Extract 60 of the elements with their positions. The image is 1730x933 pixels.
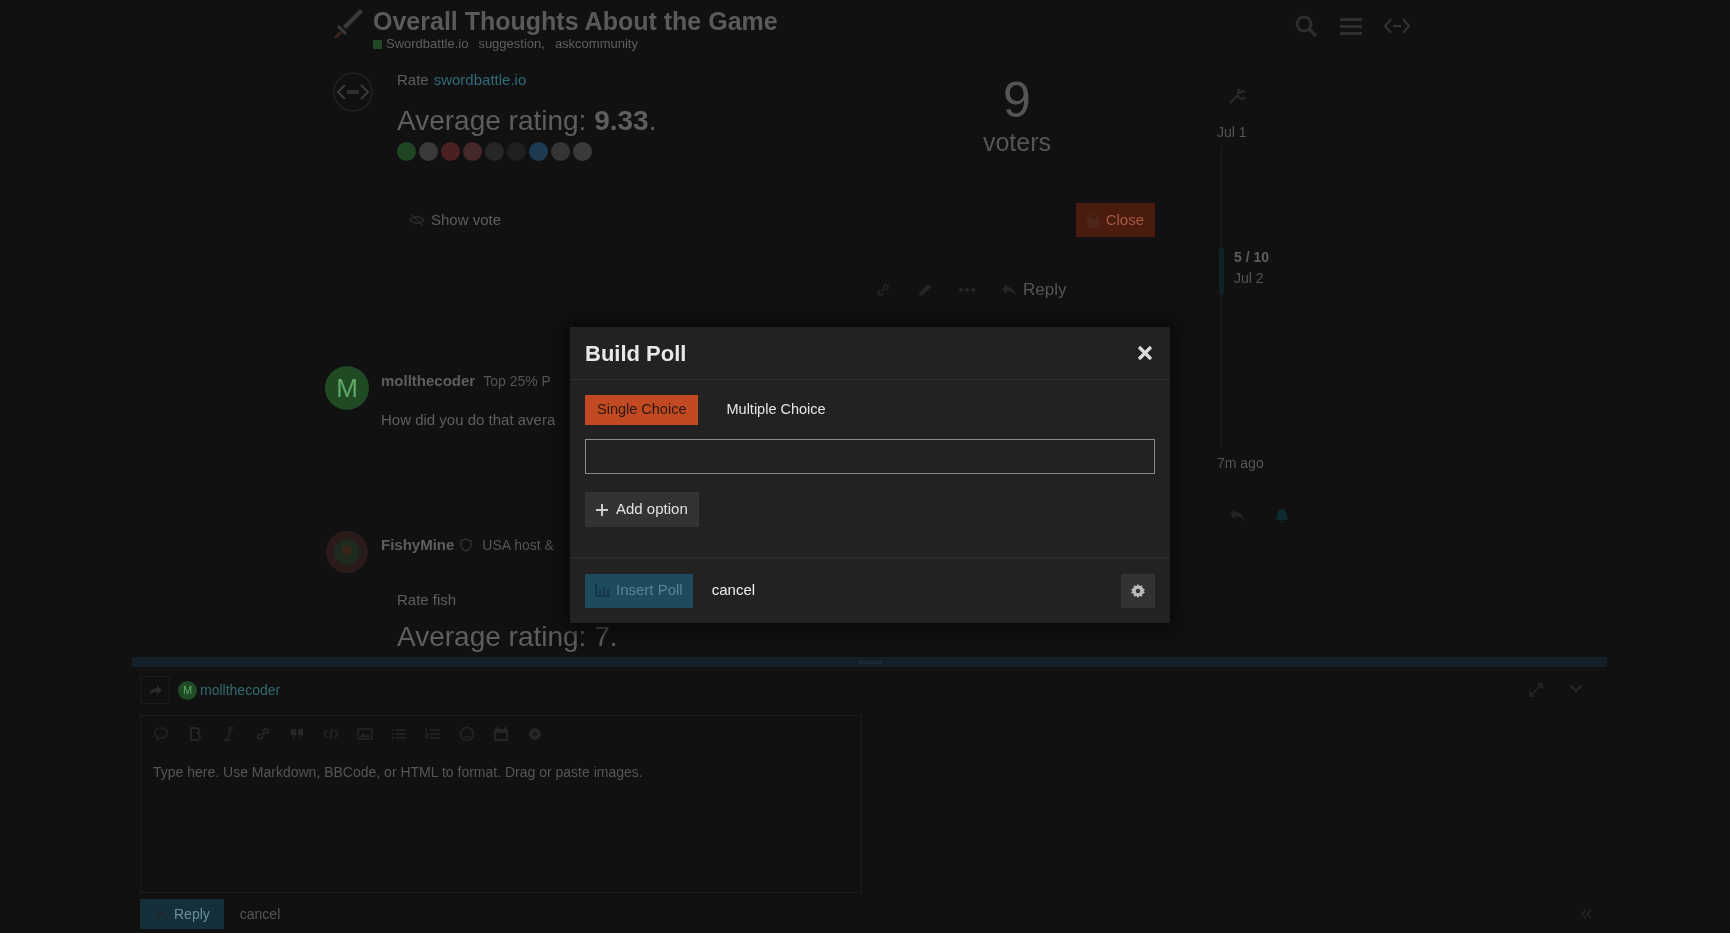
poll-type-tab[interactable]: Multiple Choice	[714, 395, 838, 425]
username[interactable]: FishyMine	[381, 534, 455, 557]
close-icon[interactable]	[1137, 345, 1153, 361]
timeline-date[interactable]: Jul 1	[1217, 122, 1337, 143]
average-rating: Average rating: 9.33.	[397, 104, 658, 138]
category-badge[interactable]: Swordbattle.io	[373, 36, 469, 52]
topic-title[interactable]: Overall Thoughts About the Game	[373, 6, 778, 36]
reply-type-button[interactable]	[140, 676, 170, 704]
cancel-link[interactable]: cancel	[239, 903, 281, 925]
post-text: Rate fish	[397, 589, 457, 610]
settings-icon	[1131, 583, 1145, 598]
bell-icon[interactable]	[1275, 508, 1289, 523]
reply-button[interactable]: Reply	[140, 899, 224, 929]
editor-field[interactable]: Type here. Use Markdown, BBCode, or HTML to format. Drag or paste images.	[140, 715, 862, 893]
user-title: USA host &	[482, 535, 554, 555]
tag-link[interactable]: askcommunity	[554, 36, 638, 52]
link[interactable]: swordbattle.io	[433, 70, 527, 90]
code-brackets-icon[interactable]	[1384, 16, 1410, 36]
menu-icon[interactable]	[1340, 16, 1362, 36]
voter-avatar[interactable]	[397, 142, 416, 161]
dialog-title: Build Poll	[585, 339, 687, 368]
editor-placeholder: Type here. Use Markdown, BBCode, or HTML to format. Drag or paste images.	[152, 763, 644, 782]
bar-chart-icon	[595, 584, 610, 597]
tag-link[interactable]: suggestion,	[478, 36, 545, 52]
close-poll-button[interactable]: Close	[1075, 203, 1155, 237]
poll-option-field[interactable]	[585, 439, 1155, 474]
settings-button[interactable]	[1121, 573, 1155, 608]
wrench-icon[interactable]	[1229, 88, 1245, 104]
username[interactable]: mollthecoder	[381, 370, 476, 393]
voter-avatar[interactable]	[551, 142, 570, 161]
post-text: Rate	[397, 70, 429, 90]
voter-avatar[interactable]	[529, 142, 548, 161]
voter-count: 9	[1003, 72, 1031, 128]
logo-avatar-icon[interactable]	[333, 72, 373, 112]
user-avatar[interactable]: M	[178, 680, 197, 700]
shield-icon	[460, 538, 473, 553]
timeline-position: 5 / 10	[1234, 248, 1270, 267]
search-icon[interactable]	[1294, 14, 1318, 38]
timeline-date: Jul 2	[1234, 269, 1265, 288]
post-text: How did you do that avera	[381, 409, 556, 430]
show-vote-button[interactable]: Show vote	[409, 208, 502, 232]
eye-slash-icon	[409, 213, 425, 227]
average-rating: Average rating: 7.	[397, 621, 618, 653]
user-avatar-icon[interactable]	[325, 530, 369, 574]
timeline-date[interactable]: 7m ago	[1217, 453, 1337, 474]
voter-avatar[interactable]	[419, 142, 438, 161]
voter-avatar[interactable]	[441, 142, 460, 161]
user-avatar[interactable]: M	[325, 366, 369, 410]
composer-resize-bar[interactable]	[132, 657, 1607, 667]
voter-avatar[interactable]	[463, 142, 482, 161]
poll-type-tab[interactable]: Single Choice	[585, 395, 699, 425]
plus-icon	[596, 503, 608, 516]
username[interactable]: mollthecoder	[200, 679, 281, 701]
cancel-button[interactable]: cancel	[711, 579, 756, 602]
add-option-button[interactable]: Add option	[585, 492, 699, 527]
voters-label: voters	[982, 128, 1052, 156]
share-arrow-icon	[148, 684, 162, 696]
user-title: Top 25% P	[483, 372, 551, 391]
voter-avatar[interactable]	[573, 142, 592, 161]
reply-button[interactable]: Reply	[1001, 277, 1067, 303]
